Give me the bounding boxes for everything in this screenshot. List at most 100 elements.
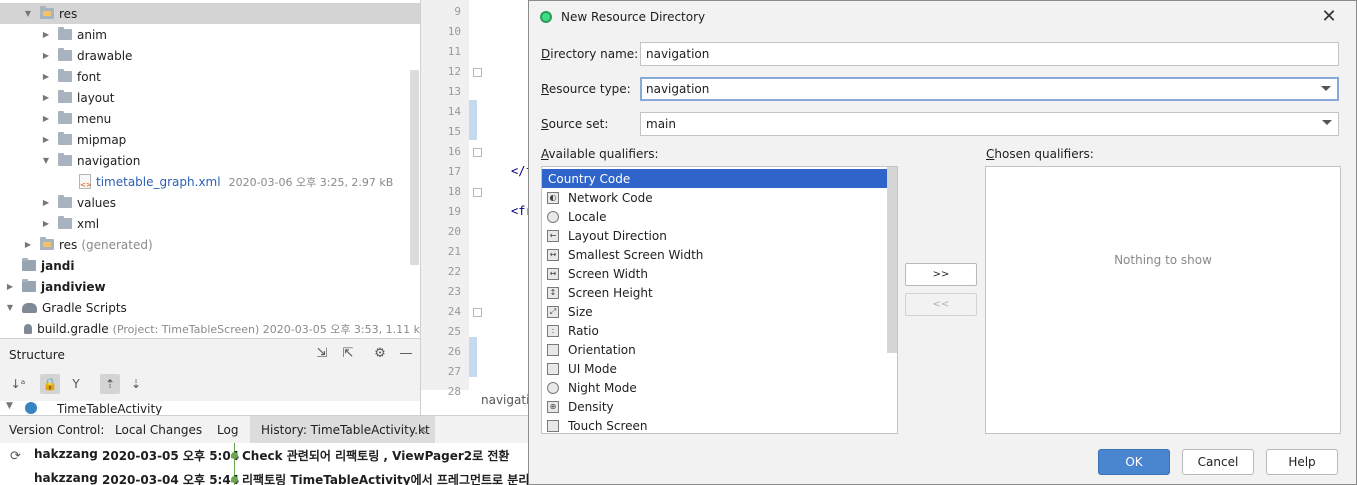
collapse-arrow-icon[interactable]: ▶ (40, 51, 52, 60)
tree-item-drawable[interactable]: ▶ drawable (0, 45, 420, 66)
show-visibility-icon[interactable]: 🔒 (40, 374, 60, 394)
height-icon: ↕ (547, 286, 559, 299)
qualifier-item-country-code[interactable]: Country Code (542, 169, 887, 188)
line-number: 14 (447, 105, 461, 118)
tab-log[interactable]: Log (217, 423, 238, 437)
code-editor[interactable]: 9 10 11 12 13 14 15 16 17 18 19 20 21 22… (420, 0, 530, 415)
expand-arrow-icon[interactable]: ▼ (4, 303, 16, 312)
close-dialog-button[interactable]: ✕ (1318, 6, 1340, 28)
help-button[interactable]: Help (1266, 449, 1338, 475)
tree-item-jandiview[interactable]: ▶ jandiview (0, 276, 420, 297)
tree-item-jandi[interactable]: jandi (0, 255, 420, 276)
source-set-select[interactable]: main (640, 112, 1339, 136)
tab-local-changes[interactable]: Local Changes (115, 423, 202, 437)
gear-icon[interactable]: ⚙ (371, 345, 389, 363)
folder-icon (58, 153, 72, 166)
qualifier-item-density[interactable]: ⊕ Density (542, 397, 887, 416)
tree-item-res[interactable]: ▼ res (0, 3, 420, 24)
commit-dot-icon (231, 476, 238, 483)
tree-item-navigation[interactable]: ▼ navigation (0, 150, 420, 171)
qualifier-item-layout-direction[interactable]: ← Layout Direction (542, 226, 887, 245)
qualifier-item-ratio[interactable]: : Ratio (542, 321, 887, 340)
collapse-arrow-icon[interactable]: ▶ (40, 198, 52, 207)
qualifier-item-screen-width[interactable]: ↔ Screen Width (542, 264, 887, 283)
tree-item-mipmap[interactable]: ▶ mipmap (0, 129, 420, 150)
collapse-arrow-icon[interactable]: ▶ (40, 114, 52, 123)
hierarchy-icon[interactable]: Y (66, 374, 86, 394)
expand-arrow-icon[interactable]: ▼ (22, 9, 34, 18)
source-set-value: main (646, 117, 676, 131)
add-qualifier-button[interactable]: >> (905, 263, 977, 286)
collapse-all-icon[interactable]: ⇱ (339, 345, 357, 363)
class-icon (25, 402, 37, 414)
structure-root-item[interactable]: ▼ TimeTableActivity (0, 401, 420, 416)
qualifier-item-night-mode[interactable]: Night Mode (542, 378, 887, 397)
qualifier-item-ui-mode[interactable]: UI Mode (542, 359, 887, 378)
ok-button[interactable]: OK (1098, 449, 1170, 475)
chosen-qualifiers-label: Chosen qualifiers: (986, 147, 1094, 161)
collapse-arrow-icon[interactable]: ▶ (40, 219, 52, 228)
chevron-down-icon[interactable] (1322, 120, 1332, 125)
qualifier-item-smallest-screen-width[interactable]: ↔ Smallest Screen Width (542, 245, 887, 264)
qualifier-item-touch-screen[interactable]: Touch Screen (542, 416, 887, 433)
commit-row[interactable]: hakzzang 2020-03-05 오후 5:04 Check 관련되어 리… (0, 443, 530, 465)
qualifier-item-screen-height[interactable]: ↕ Screen Height (542, 283, 887, 302)
tree-item-anim[interactable]: ▶ anim (0, 24, 420, 45)
qualifier-item-orientation[interactable]: Orientation (542, 340, 887, 359)
mnemonic-letter: R (541, 82, 549, 96)
cancel-button[interactable]: Cancel (1182, 449, 1254, 475)
fold-marker-icon[interactable] (473, 308, 482, 317)
tree-item-res-generated[interactable]: ▶ res (generated) (0, 234, 420, 255)
fold-marker-icon[interactable] (473, 188, 482, 197)
tree-item-label: layout (77, 90, 115, 105)
tree-scrollbar[interactable] (410, 70, 419, 265)
tree-item-layout[interactable]: ▶ layout (0, 87, 420, 108)
commit-row[interactable]: hakzzang 2020-03-04 오후 5:44 리팩토링 TimeTab… (0, 467, 534, 485)
resource-type-select[interactable]: navigation (640, 77, 1339, 101)
module-folder-icon (22, 279, 36, 292)
qualifiers-scrollbar[interactable] (887, 167, 897, 353)
label-text: vailable qualifiers: (548, 147, 659, 161)
collapse-arrow-icon[interactable]: ▶ (40, 135, 52, 144)
available-qualifiers-list[interactable]: Country Code ◐ Network Code Locale ← Layou… (541, 166, 898, 434)
collapse-arrow-icon[interactable]: ▶ (40, 93, 52, 102)
expand-arrow-icon[interactable]: ▼ (40, 156, 52, 165)
directory-name-field[interactable]: navigation (640, 42, 1339, 66)
orientation-icon (547, 343, 559, 356)
collapse-arrow-icon[interactable]: ▶ (40, 72, 52, 81)
chosen-qualifiers-list[interactable]: Nothing to show (985, 166, 1341, 434)
collapse-arrow-icon[interactable]: ▶ (22, 240, 34, 249)
tree-item-menu[interactable]: ▶ menu (0, 108, 420, 129)
tree-item-values[interactable]: ▶ values (0, 192, 420, 213)
folder-icon (58, 27, 72, 40)
chevron-down-icon[interactable] (1321, 86, 1331, 91)
tree-item-xml[interactable]: ▶ xml (0, 213, 420, 234)
tree-item-build-gradle[interactable]: build.gradle (Project: TimeTableScreen) … (0, 318, 420, 338)
autoscroll-from-source-icon[interactable]: ⇣ (126, 374, 146, 394)
collapse-arrow-icon[interactable]: ▶ (40, 30, 52, 39)
tree-item-gradle-scripts[interactable]: ▼ Gradle Scripts (0, 297, 420, 318)
remove-qualifier-button[interactable]: << (905, 293, 977, 316)
tree-item-timetable-graph[interactable]: timetable_graph.xml 2020-03-06 오후 3:25, … (0, 171, 420, 192)
tree-item-label: navigation (77, 153, 141, 168)
collapse-arrow-icon[interactable]: ▶ (4, 282, 16, 291)
editor-breadcrumb[interactable]: navigati (481, 393, 529, 407)
qualifier-item-locale[interactable]: Locale (542, 207, 887, 226)
qualifier-item-size[interactable]: ⤢ Size (542, 302, 887, 321)
expand-all-icon[interactable]: ⇲ (313, 345, 331, 363)
fold-marker-icon[interactable] (473, 68, 482, 77)
file-meta: 2020-03-06 오후 3:25, 2.97 kB (228, 175, 394, 189)
expand-arrow-icon[interactable]: ▼ (6, 401, 13, 411)
close-tab-icon[interactable]: × (418, 423, 428, 437)
dialog-title-bar[interactable]: New Resource Directory ✕ (529, 1, 1356, 33)
sort-alpha-icon[interactable]: ↓ᵃ (8, 374, 28, 394)
tab-history[interactable]: History: TimeTableActivity.kt (261, 423, 430, 437)
tree-item-label: values (77, 195, 117, 210)
fold-marker-icon[interactable] (473, 148, 482, 157)
folder-icon (58, 132, 72, 145)
qualifier-item-network-code[interactable]: ◐ Network Code (542, 188, 887, 207)
tree-item-font[interactable]: ▶ font (0, 66, 420, 87)
minimize-icon[interactable]: — (397, 345, 415, 363)
tree-item-label: drawable (77, 48, 133, 63)
autoscroll-to-source-icon[interactable]: ⇡ (100, 374, 120, 394)
